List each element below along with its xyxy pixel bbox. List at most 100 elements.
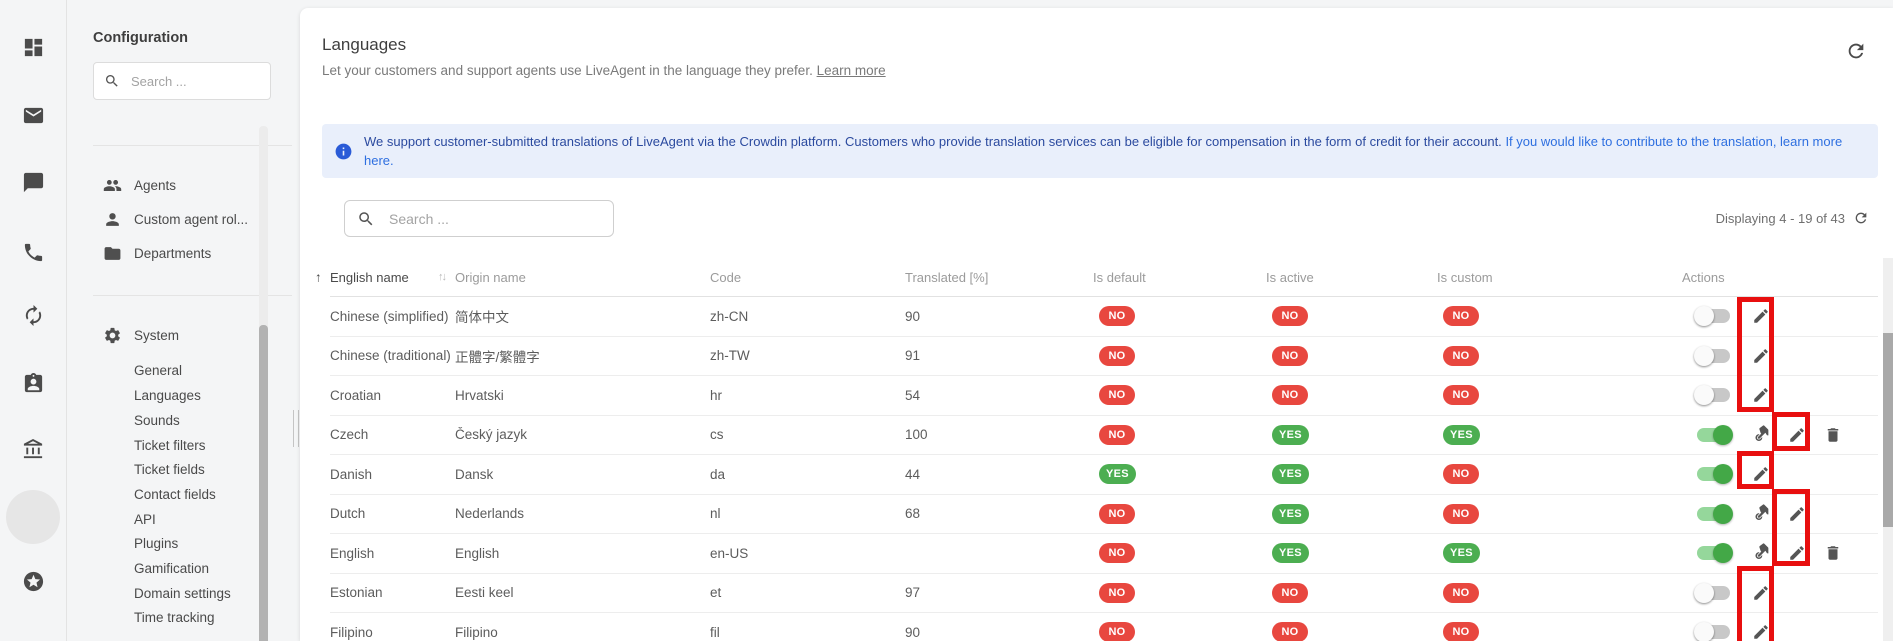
sidebar-item-plugins[interactable]: Plugins <box>67 531 308 556</box>
delete-icon <box>1824 426 1842 444</box>
rail-settings-button[interactable] <box>0 505 66 529</box>
edit-icon <box>1752 307 1770 325</box>
sidebar-scrollbar-thumb[interactable] <box>259 325 268 641</box>
table-search-input[interactable] <box>387 210 601 228</box>
table-scrollbar[interactable] <box>1883 258 1893 641</box>
language-toggle[interactable] <box>1697 349 1730 363</box>
is-default-cell: NO <box>1093 504 1266 524</box>
code-cell: fil <box>710 625 905 640</box>
empty-slot <box>1815 495 1851 534</box>
language-toggle[interactable] <box>1697 625 1730 639</box>
sidebar-menu: AgentsCustom agent rol...Departments <box>67 168 308 270</box>
status-badge: NO <box>1099 425 1135 445</box>
set-default-button[interactable] <box>1743 495 1779 534</box>
rail-chat-button[interactable] <box>0 170 66 194</box>
english-name-cell: Croatian <box>330 388 455 403</box>
set-default-button[interactable] <box>1743 416 1779 455</box>
code-cell: nl <box>710 506 905 521</box>
is-custom-cell: NO <box>1437 622 1682 641</box>
sidebar-item-api[interactable]: API <box>67 507 308 532</box>
edit-button[interactable] <box>1743 613 1779 641</box>
sidebar-item-time-tracking[interactable]: Time tracking <box>67 605 308 630</box>
sidebar-item-general[interactable]: General <box>67 359 308 384</box>
status-badge: NO <box>1443 385 1479 405</box>
language-toggle[interactable] <box>1697 546 1730 560</box>
translated-cell: 54 <box>905 388 1093 403</box>
sidebar-system-items: GeneralLanguagesSoundsTicket filtersTick… <box>67 359 308 631</box>
sidebar-item-languages[interactable]: Languages <box>67 383 308 408</box>
sidebar-item-departments[interactable]: Departments <box>67 236 308 270</box>
table-body: Chinese (simplified)简体中文zh-CN90NONONO Ch… <box>330 297 1878 641</box>
empty-slot <box>1779 376 1815 415</box>
english-name-cell: Danish <box>330 467 455 482</box>
rail-phone-button[interactable] <box>0 240 66 264</box>
code-cell: et <box>710 585 905 600</box>
person-icon <box>103 210 122 229</box>
column-header-is-custom: Is custom <box>1437 270 1682 285</box>
learn-more-link[interactable]: Learn more <box>817 63 886 78</box>
rail-sync-button[interactable] <box>0 303 66 327</box>
language-toggle[interactable] <box>1697 428 1730 442</box>
sidebar-search[interactable] <box>93 62 271 100</box>
sync-icon <box>22 304 45 327</box>
table-refresh-button[interactable] <box>1853 210 1869 226</box>
edit-button[interactable] <box>1743 337 1779 376</box>
edit-button[interactable] <box>1779 495 1815 534</box>
language-toggle[interactable] <box>1697 586 1730 600</box>
table-row: CzechČeský jazykcs100NOYESYES <box>330 416 1878 456</box>
sidebar-item-system[interactable]: System <box>67 318 308 352</box>
table-search[interactable] <box>344 200 614 237</box>
sidebar-item-contact-fields[interactable]: Contact fields <box>67 482 308 507</box>
sidebar-item-custom-agent-rol[interactable]: Custom agent rol... <box>67 202 308 236</box>
edit-button[interactable] <box>1779 534 1815 573</box>
panel-resize-handle[interactable] <box>293 410 299 447</box>
code-cell: da <box>710 467 905 482</box>
edit-button[interactable] <box>1743 574 1779 613</box>
edit-icon <box>1752 465 1770 483</box>
language-toggle[interactable] <box>1697 388 1730 402</box>
refresh-button[interactable] <box>1845 40 1867 65</box>
language-toggle[interactable] <box>1697 507 1730 521</box>
delete-button[interactable] <box>1815 534 1851 573</box>
toggle-knob <box>1713 425 1733 445</box>
sidebar-item-ticket-filters[interactable]: Ticket filters <box>67 433 308 458</box>
sidebar-item-domain-settings[interactable]: Domain settings <box>67 581 308 606</box>
edit-button[interactable] <box>1779 416 1815 455</box>
edit-button[interactable] <box>1743 455 1779 494</box>
language-toggle[interactable] <box>1697 309 1730 323</box>
actions-cell <box>1682 416 1878 455</box>
rail-mail-button[interactable] <box>0 103 66 127</box>
is-custom-cell: NO <box>1437 583 1682 603</box>
rail-bank-button[interactable] <box>0 437 66 461</box>
sidebar-item-ticket-fields[interactable]: Ticket fields <box>67 457 308 482</box>
sidebar-scrollbar[interactable] <box>259 126 268 641</box>
is-active-cell: YES <box>1266 543 1437 563</box>
table-scrollbar-thumb[interactable] <box>1883 333 1893 527</box>
sidebar-item-agents[interactable]: Agents <box>67 168 308 202</box>
config-sidebar: Configuration AgentsCustom agent rol...D… <box>66 0 308 641</box>
edit-button[interactable] <box>1743 297 1779 336</box>
set-default-button[interactable] <box>1743 534 1779 573</box>
code-cell: zh-TW <box>710 348 905 363</box>
mail-icon <box>22 104 45 127</box>
translated-cell: 90 <box>905 625 1093 640</box>
origin-name-cell: English <box>455 546 710 561</box>
delete-button[interactable] <box>1815 416 1851 455</box>
status-badge: YES <box>1272 464 1309 484</box>
empty-slot <box>1815 613 1851 641</box>
empty-slot <box>1815 574 1851 613</box>
rail-dashboard-button[interactable] <box>0 35 66 59</box>
language-toggle[interactable] <box>1697 467 1730 481</box>
sidebar-item-sounds[interactable]: Sounds <box>67 408 308 433</box>
empty-slot <box>1815 455 1851 494</box>
sidebar-search-input[interactable] <box>129 73 260 90</box>
toggle-knob <box>1713 464 1733 484</box>
column-header-origin-name[interactable]: ↑↓Origin name <box>455 270 710 285</box>
column-header-english-name[interactable]: ↑English name <box>330 270 455 285</box>
status-badge: NO <box>1099 306 1135 326</box>
rail-contact-card-button[interactable] <box>0 371 66 395</box>
edit-icon <box>1752 347 1770 365</box>
rail-star-button[interactable] <box>0 569 66 593</box>
edit-button[interactable] <box>1743 376 1779 415</box>
sidebar-item-gamification[interactable]: Gamification <box>67 556 308 581</box>
